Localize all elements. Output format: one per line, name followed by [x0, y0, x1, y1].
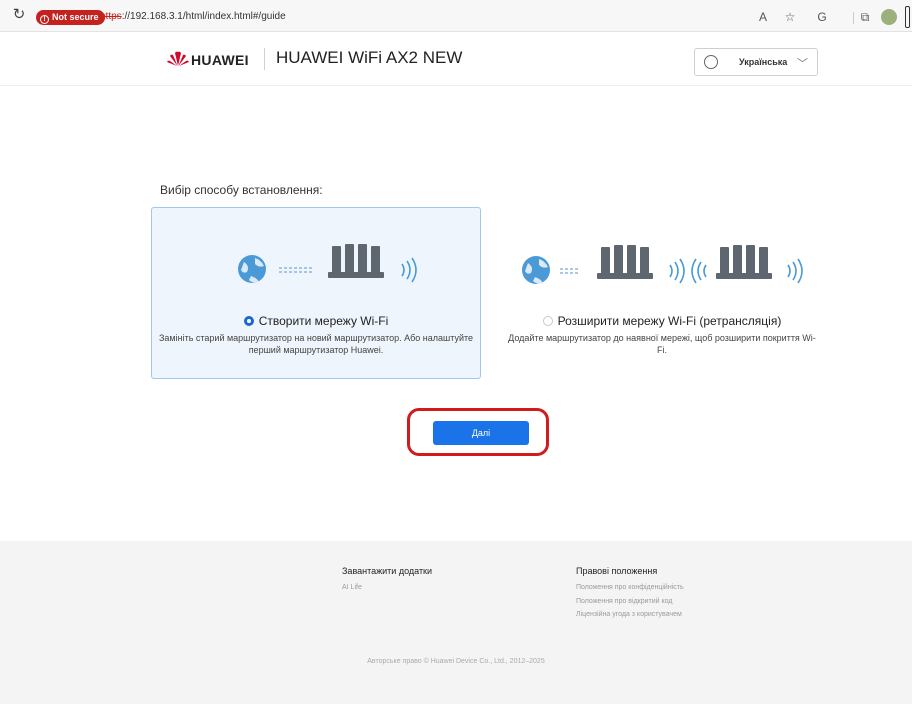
setup-method-title: Вибір способу встановлення:	[160, 183, 323, 197]
option-create-wifi-description: Замініть старий маршрутизатор на новий м…	[158, 333, 474, 355]
radio-unselected-icon	[542, 316, 553, 326]
copyright-text: Авторське право © Huawei Device Co., Ltd…	[367, 658, 545, 665]
browser-toolbar: ↻ ! Not secure https://192.168.3.1/html/i…	[0, 0, 912, 32]
huawei-logo-icon	[167, 51, 189, 66]
extension-icon[interactable]: G	[814, 9, 830, 25]
split-screen-icon[interactable]: ⧉	[857, 9, 873, 25]
page-footer: Завантажити додатки AI Life Правові поло…	[0, 541, 912, 704]
option-extend-wifi-label: Розширити мережу Wi-Fi (ретрансляція)	[557, 314, 782, 328]
toolbar-divider	[853, 12, 854, 24]
option-create-wifi-card[interactable]: Створити мережу Wi-Fi Замініть старий ма…	[151, 207, 481, 379]
security-label: Not secure	[52, 12, 99, 22]
site-header: HUAWEI HUAWEI WiFi AX2 NEW Українська ﹀	[0, 32, 912, 86]
url-protocol: https	[100, 11, 122, 22]
product-title: HUAWEI WiFi AX2 NEW	[276, 48, 463, 67]
create-network-illustration	[238, 244, 417, 283]
address-bar[interactable]: https://192.168.3.1/html/index.html#/gui…	[100, 11, 286, 22]
brand-name: HUAWEI	[191, 52, 249, 68]
ai-life-link[interactable]: AI Life	[342, 584, 362, 591]
security-badge[interactable]: ! Not secure	[36, 10, 105, 25]
open-source-link[interactable]: Положення про відкритий код	[576, 598, 672, 605]
chevron-down-icon: ﹀	[797, 58, 808, 70]
option-extend-wifi-radio[interactable]: Розширити мережу Wi-Fi (ретрансляція)	[498, 314, 826, 328]
option-extend-wifi-description: Додайте маршрутизатор до наявної мережі,…	[508, 333, 816, 355]
read-aloud-icon[interactable]: A	[755, 9, 771, 25]
next-button[interactable]: Далі	[433, 421, 529, 445]
legal-title: Правові положення	[576, 566, 658, 576]
globe-icon	[704, 55, 718, 69]
language-label: Українська	[739, 57, 788, 67]
option-extend-wifi-card[interactable]: Розширити мережу Wi-Fi (ретрансляція) До…	[497, 207, 827, 379]
reload-icon[interactable]: ↻	[10, 6, 28, 24]
url-path: ://192.168.3.1/html/index.html#/guide	[121, 11, 286, 22]
option-create-wifi-label: Створити мережу Wi-Fi	[258, 314, 389, 328]
language-select[interactable]: Українська ﹀	[694, 48, 818, 76]
warning-icon: !	[40, 15, 49, 24]
sidebar-toggle-icon[interactable]	[905, 6, 910, 28]
downloads-title: Завантажити додатки	[342, 566, 433, 576]
radio-selected-icon	[243, 316, 254, 326]
favorite-star-icon[interactable]: ☆	[782, 9, 798, 25]
profile-avatar[interactable]	[881, 9, 897, 25]
privacy-policy-link[interactable]: Положення про конфіденційність	[576, 584, 684, 591]
extend-network-illustration	[522, 245, 803, 284]
header-divider	[264, 48, 265, 70]
option-create-wifi-radio[interactable]: Створити мережу Wi-Fi	[152, 314, 480, 328]
license-agreement-link[interactable]: Ліцензійна угода з користувачем	[576, 611, 682, 618]
